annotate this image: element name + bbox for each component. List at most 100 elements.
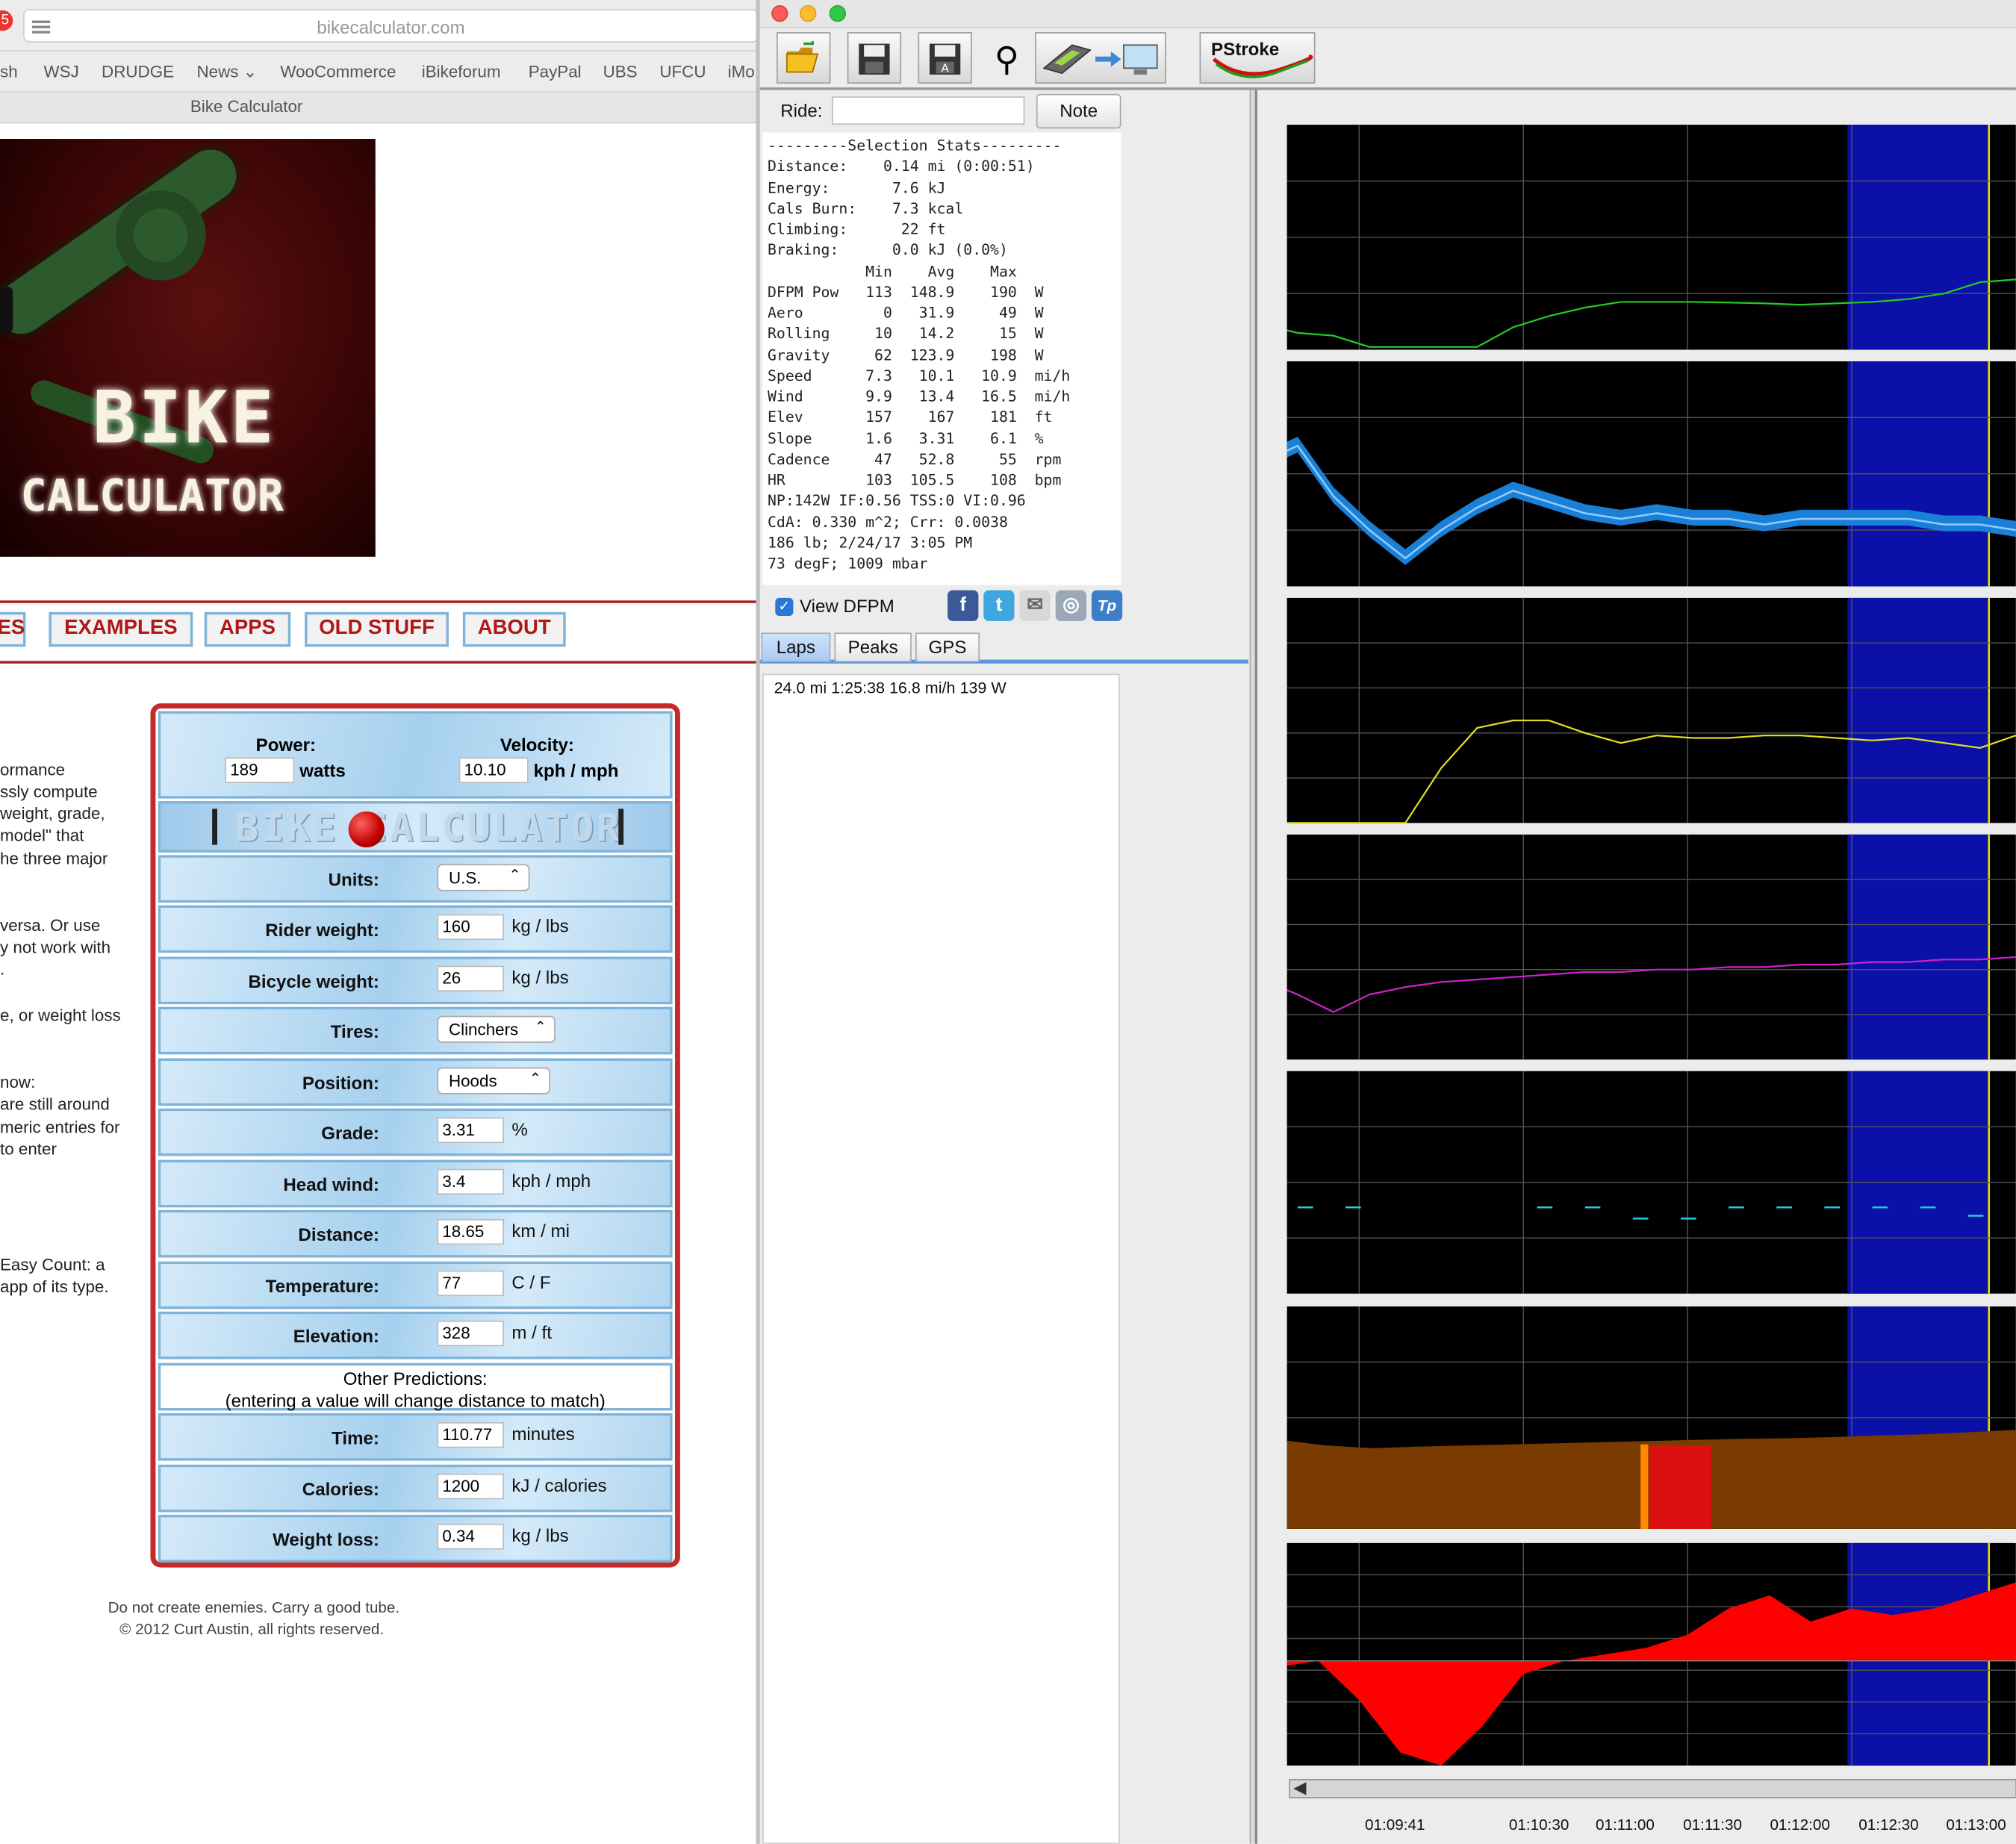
braking-mark	[1649, 1445, 1711, 1529]
usb-icon[interactable]: ⚲	[989, 36, 1024, 82]
calories-input[interactable]: 1200	[437, 1473, 504, 1500]
power-label: Power:	[255, 734, 317, 756]
browser-tab[interactable]: Bike Calculator	[0, 93, 759, 124]
power-input[interactable]: 189	[225, 757, 295, 783]
nav-link-examples[interactable]: EXAMPLES	[49, 611, 193, 647]
nav-link[interactable]: ES	[0, 611, 26, 647]
bookmark-item[interactable]: DRUDGE	[102, 62, 174, 81]
bicycle-weight-input[interactable]: 26	[437, 965, 504, 991]
twitter-icon[interactable]: t	[983, 590, 1015, 621]
device-download-icon[interactable]	[1035, 32, 1166, 84]
distance-unit: km / mi	[511, 1220, 570, 1242]
elevation-unit: m / ft	[511, 1321, 552, 1343]
bookmark-item[interactable]: PayPal	[529, 62, 582, 81]
open-folder-icon[interactable]	[777, 32, 831, 84]
elevation-input[interactable]: 328	[437, 1320, 504, 1347]
side-text: .	[0, 959, 5, 979]
close-icon[interactable]	[771, 4, 788, 22]
bookmark-item[interactable]: WooCommerce	[280, 62, 396, 81]
side-text: Easy Count: a	[0, 1255, 105, 1274]
view-dfpm-checkbox[interactable]: ✓	[775, 597, 794, 617]
units-select[interactable]: U.S.	[437, 864, 530, 891]
address-bar[interactable]: bikecalculator.com	[22, 9, 759, 43]
calories-unit: kJ / calories	[511, 1474, 607, 1496]
view-dfpm-label: View DFPM	[800, 595, 895, 617]
bookmark-item[interactable]: UFCU	[659, 62, 706, 81]
side-text: e, or weight loss	[0, 1005, 121, 1025]
red-button-icon[interactable]	[348, 811, 385, 848]
bicycle-weight-row: Bicycle weight: 26 kg / lbs	[158, 956, 673, 1005]
nav-rule-bottom	[0, 661, 759, 664]
logo-bar-left	[212, 809, 218, 845]
bookmark-item[interactable]: News ⌄	[196, 62, 257, 83]
nav-link-old-stuff[interactable]: OLD STUFF	[305, 611, 449, 647]
bookmark-item[interactable]: iBikeforum	[422, 62, 501, 81]
tab-gps[interactable]: GPS	[915, 632, 980, 663]
selection-band[interactable]	[1847, 834, 1989, 1060]
weight-loss-input[interactable]: 0.34	[437, 1524, 504, 1550]
x-tick-label: 01:11:00	[1596, 1816, 1655, 1834]
horizontal-scrollbar[interactable]	[1289, 1778, 2016, 1798]
pane-splitter[interactable]	[1249, 90, 1258, 1844]
velocity-unit: kph / mph	[533, 759, 619, 781]
footer-copyright: © 2012 Curt Austin, all rights reserved.	[119, 1620, 385, 1639]
save-as-icon[interactable]: A	[918, 32, 972, 84]
grade-label: Grade:	[321, 1122, 379, 1144]
facebook-icon[interactable]: f	[948, 590, 979, 621]
units-label: Units:	[328, 869, 379, 890]
trainingpeaks-icon[interactable]: Tp	[1091, 590, 1123, 621]
tab-bar: Laps Peaks GPS	[759, 630, 1248, 664]
time-row: Time: 110.77 minutes	[158, 1412, 673, 1461]
x-tick-label: 01:10:30	[1509, 1816, 1569, 1834]
minimize-icon[interactable]	[800, 4, 817, 22]
pstroke-button[interactable]: PStroke	[1199, 32, 1316, 84]
bookmark-item[interactable]: iMo	[728, 62, 755, 81]
tires-select[interactable]: Clinchers	[437, 1015, 556, 1043]
web-icon[interactable]: ◎	[1055, 590, 1087, 621]
tires-row: Tires: Clinchers	[158, 1006, 673, 1055]
side-text: now:	[0, 1072, 36, 1092]
grade-row: Grade: 3.31 %	[158, 1108, 673, 1156]
calculator-inner: Power: 189 watts Velocity: 10.10 kph / m…	[155, 708, 675, 1563]
side-text: y not work with	[0, 937, 111, 957]
temperature-input[interactable]: 77	[437, 1270, 504, 1297]
note-button[interactable]: Note	[1036, 93, 1121, 129]
head-wind-input[interactable]: 3.4	[437, 1168, 504, 1195]
x-tick-label: 01:11:30	[1683, 1816, 1742, 1834]
notification-badge[interactable]: 5	[0, 10, 13, 31]
time-input[interactable]: 110.77	[437, 1421, 504, 1448]
bookmark-item[interactable]: WSJ	[44, 62, 79, 81]
url-text[interactable]: bikecalculator.com	[25, 16, 757, 37]
tab-peaks[interactable]: Peaks	[834, 632, 912, 663]
time-label: Time:	[332, 1427, 379, 1448]
calculator-logo-text: BIKE CALCULATOR	[235, 806, 623, 852]
x-tick-label: 01:12:30	[1858, 1816, 1918, 1834]
side-text: app of its type.	[0, 1277, 109, 1297]
tab-laps[interactable]: Laps	[761, 632, 831, 663]
bookmark-item[interactable]: sh	[0, 62, 18, 81]
power-velocity-row: Power: 189 watts Velocity: 10.10 kph / m…	[158, 711, 673, 799]
email-icon[interactable]: ✉	[1019, 590, 1051, 621]
logo-text-calculator: CALCULATOR	[20, 470, 284, 523]
ride-input[interactable]	[832, 96, 1025, 125]
head-wind-row: Head wind: 3.4 kph / mph	[158, 1159, 673, 1208]
rider-weight-input[interactable]: 160	[437, 914, 504, 941]
other-predictions-title: Other Predictions:	[343, 1368, 488, 1389]
lap-row[interactable]: 24.0 mi 1:25:38 16.8 mi/h 139 W	[774, 679, 1007, 697]
velocity-input[interactable]: 10.10	[458, 757, 529, 783]
distance-input[interactable]: 18.65	[437, 1218, 504, 1245]
calories-row: Calories: 1200 kJ / calories	[158, 1464, 673, 1513]
zoom-icon[interactable]	[829, 4, 847, 22]
tab-title: Bike Calculator	[190, 96, 303, 116]
position-select[interactable]: Hoods	[437, 1067, 550, 1094]
save-icon[interactable]	[847, 32, 902, 84]
temperature-row: Temperature: 77 C / F	[158, 1261, 673, 1309]
nav-link-about[interactable]: ABOUT	[462, 611, 566, 647]
bookmark-item[interactable]: UBS	[603, 62, 638, 81]
nav-link-apps[interactable]: APPS	[204, 611, 291, 647]
grade-input[interactable]: 3.31	[437, 1117, 504, 1144]
coasting-mark	[1640, 1444, 1649, 1529]
nav-rule-top	[0, 600, 759, 603]
selection-band[interactable]	[1847, 597, 1989, 823]
weight-loss-row: Weight loss: 0.34 kg / lbs	[158, 1514, 673, 1563]
